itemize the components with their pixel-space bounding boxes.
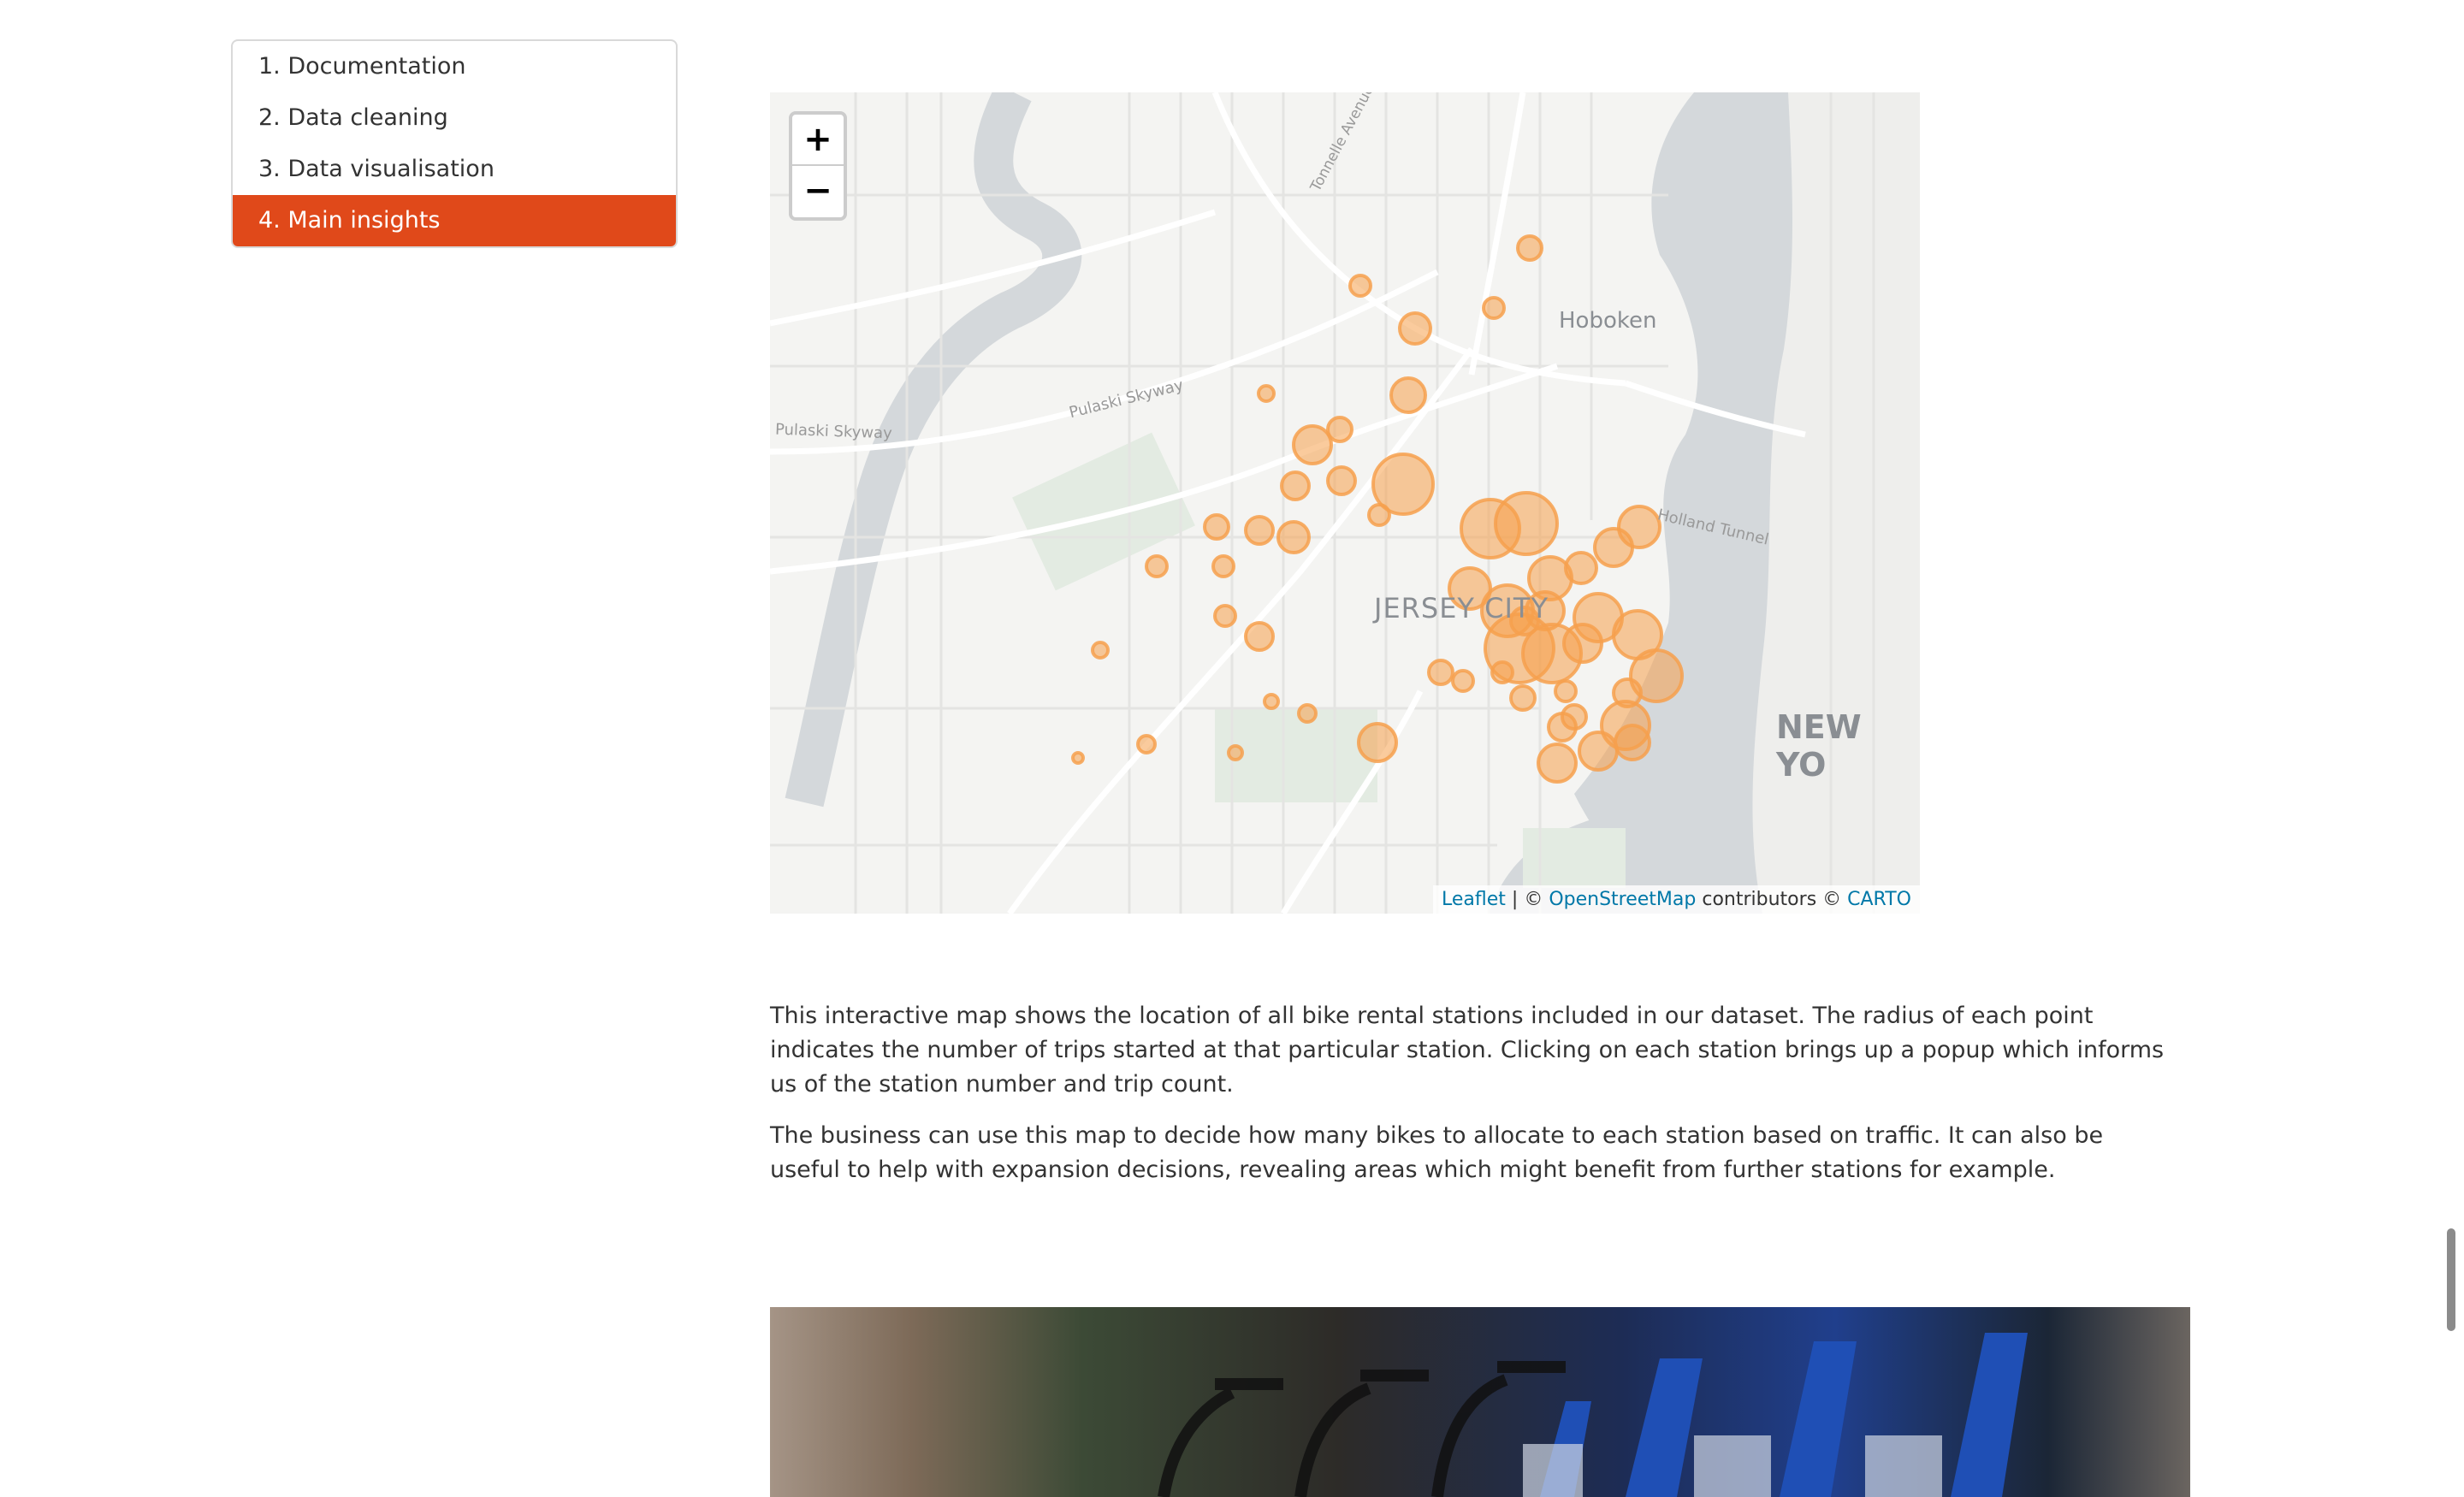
station-marker[interactable] <box>1482 296 1506 320</box>
map-label-jersey-city: JERSEY CITY <box>1374 592 1549 624</box>
station-marker[interactable] <box>1263 693 1280 710</box>
station-marker[interactable] <box>1357 722 1398 763</box>
station-marker[interactable] <box>1554 679 1578 703</box>
toc-item-documentation[interactable]: 1. Documentation <box>233 41 676 92</box>
station-marker[interactable] <box>1516 234 1543 262</box>
station-marker[interactable] <box>1280 470 1311 501</box>
station-marker[interactable] <box>1614 724 1651 761</box>
station-marker[interactable] <box>1562 623 1603 664</box>
station-marker[interactable] <box>1371 453 1435 516</box>
table-of-contents: 1. Documentation 2. Data cleaning 3. Dat… <box>231 39 678 248</box>
station-marker[interactable] <box>1071 751 1085 765</box>
station-marker[interactable] <box>1561 703 1588 731</box>
zoom-control: + − <box>789 111 847 221</box>
zoom-out-button[interactable]: − <box>792 166 844 217</box>
station-marker[interactable] <box>1564 551 1598 585</box>
station-marker[interactable] <box>1617 505 1661 549</box>
station-marker[interactable] <box>1276 520 1311 554</box>
station-marker[interactable] <box>1326 465 1357 496</box>
station-marker[interactable] <box>1257 384 1276 403</box>
page-scrollbar[interactable] <box>2447 1228 2455 1331</box>
station-marker[interactable] <box>1244 621 1275 652</box>
station-marker[interactable] <box>1213 604 1237 628</box>
station-marker[interactable] <box>1292 424 1333 465</box>
station-marker[interactable] <box>1427 659 1454 686</box>
map-attribution: Leaflet | © OpenStreetMap contributors ©… <box>1433 885 1920 914</box>
station-marker[interactable] <box>1203 513 1230 541</box>
station-marker[interactable] <box>1578 731 1619 772</box>
openstreetmap-link[interactable]: OpenStreetMap <box>1549 889 1696 910</box>
map-label-hoboken: Hoboken <box>1559 308 1657 334</box>
map-label-new-york: NEW YO <box>1776 708 1862 784</box>
toc-item-main-insights[interactable]: 4. Main insights <box>233 195 676 246</box>
station-marker[interactable] <box>1211 554 1235 578</box>
station-marker[interactable] <box>1297 703 1318 724</box>
station-marker[interactable] <box>1389 376 1427 414</box>
station-marker[interactable] <box>1537 743 1578 784</box>
station-marker[interactable] <box>1494 491 1559 556</box>
station-markers[interactable] <box>770 92 1920 914</box>
station-marker[interactable] <box>1490 660 1514 684</box>
station-marker[interactable] <box>1145 554 1169 578</box>
map-description-paragraph: This interactive map shows the location … <box>770 1003 2165 1098</box>
station-marker[interactable] <box>1398 311 1432 346</box>
business-use-paragraph: The business can use this map to decide … <box>770 1122 2104 1183</box>
toc-item-data-visualisation[interactable]: 3. Data visualisation <box>233 144 676 195</box>
leaflet-link[interactable]: Leaflet <box>1442 889 1506 910</box>
carto-link[interactable]: CARTO <box>1847 889 1911 910</box>
station-marker[interactable] <box>1451 669 1475 693</box>
station-map[interactable]: Hoboken JERSEY CITY NEW YO Pulaski Skywa… <box>770 92 1920 914</box>
attribution-contributors: contributors © <box>1696 889 1848 910</box>
station-marker[interactable] <box>1244 515 1275 546</box>
attribution-separator: | © <box>1505 889 1549 910</box>
station-marker[interactable] <box>1091 641 1110 660</box>
toc-item-data-cleaning[interactable]: 2. Data cleaning <box>233 92 676 144</box>
bike-share-photo <box>770 1307 2190 1497</box>
station-marker[interactable] <box>1509 684 1537 712</box>
station-marker[interactable] <box>1348 274 1372 298</box>
station-marker[interactable] <box>1136 734 1157 754</box>
zoom-in-button[interactable]: + <box>792 115 844 166</box>
station-marker[interactable] <box>1227 744 1244 761</box>
